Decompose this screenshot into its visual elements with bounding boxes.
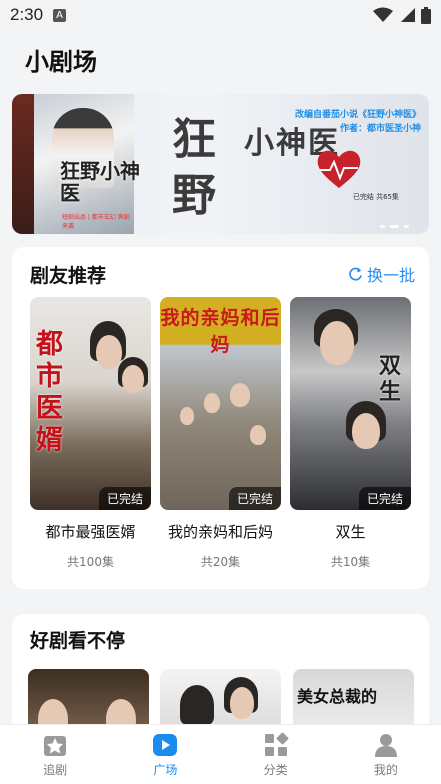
cover-figure bbox=[230, 383, 250, 407]
drama-card[interactable]: 双生 已完结 双生 共10集 bbox=[290, 297, 411, 570]
drama-cover-title: 我的亲妈和后妈 bbox=[160, 307, 281, 356]
banner-side-line1: 改编自番茄小说《狂野小神医》 bbox=[294, 110, 421, 120]
wifi-icon bbox=[373, 7, 393, 22]
banner-poster: 狂野小神医 短剧出品 | 都市玄幻 爽剧来袭 bbox=[34, 94, 140, 234]
drama-card[interactable]: 都市医婿 已完结 都市最强医婿 共100集 bbox=[30, 297, 151, 570]
banner-dot bbox=[380, 225, 385, 228]
status-time: 2:30 bbox=[10, 5, 44, 24]
cover-figure bbox=[204, 393, 220, 413]
cover-figure bbox=[180, 407, 194, 425]
nav-label: 广场 bbox=[153, 762, 178, 777]
banner-side-text: 改编自番茄小说《狂野小神医》 作者：都市医圣小神 bbox=[295, 108, 421, 136]
nav-label: 我的 bbox=[373, 762, 398, 777]
drama-name[interactable]: 都市最强医婿 bbox=[30, 521, 151, 542]
drama-episodes: 共10集 bbox=[330, 555, 371, 569]
banner-pagination bbox=[380, 225, 409, 228]
banner-edge-strip bbox=[12, 94, 34, 234]
status-badge: 已完结 bbox=[98, 487, 151, 510]
drama-cover[interactable]: 我的亲妈和后妈 已完结 bbox=[160, 297, 281, 510]
refresh-button[interactable]: 换一批 bbox=[348, 262, 415, 286]
cover-figure bbox=[230, 687, 254, 719]
status-bar: 2:30 A bbox=[0, 0, 441, 30]
cover-figure bbox=[180, 685, 214, 725]
bottom-nav: 追剧 广场 分类 我的 bbox=[0, 724, 441, 784]
banner-episodes: 已完结 共65集 bbox=[352, 193, 399, 201]
play-icon bbox=[153, 733, 178, 756]
status-badge: 已完结 bbox=[228, 487, 281, 510]
drama-name[interactable]: 我的亲妈和后妈 bbox=[160, 521, 281, 542]
nav-item-mine[interactable]: 我的 bbox=[331, 725, 441, 784]
nav-item-square[interactable]: 广场 bbox=[110, 725, 220, 784]
battery-icon bbox=[421, 6, 431, 24]
nav-item-category[interactable]: 分类 bbox=[221, 725, 331, 784]
refresh-label: 换一批 bbox=[366, 266, 415, 285]
banner-title-main: 狂野 bbox=[172, 114, 218, 221]
drama-name[interactable]: 双生 bbox=[290, 521, 411, 542]
category-icon bbox=[264, 732, 289, 756]
star-icon bbox=[44, 735, 67, 756]
cover-figure bbox=[250, 425, 266, 445]
banner-poster-title: 狂野小神医 bbox=[60, 159, 140, 205]
refresh-icon bbox=[349, 267, 362, 281]
cover-figure bbox=[122, 365, 144, 393]
banner-title: 狂野 小神医 bbox=[172, 112, 338, 224]
status-icons bbox=[373, 6, 431, 24]
heart-icon bbox=[317, 150, 361, 188]
drama-cover[interactable]: 都市医婿 已完结 bbox=[30, 297, 151, 510]
recommend-section: 剧友推荐 换一批 都市医婿 已完结 都市最强医婿 共100集 我的亲妈和后妈 已… bbox=[12, 247, 429, 589]
nav-item-follow[interactable]: 追剧 bbox=[0, 725, 110, 784]
drama-episodes: 共20集 bbox=[200, 555, 241, 569]
page-title: 小剧场 bbox=[25, 48, 97, 76]
signal-icon bbox=[401, 8, 415, 22]
drama-cover[interactable]: 双生 已完结 bbox=[290, 297, 411, 510]
banner-dot bbox=[404, 225, 409, 228]
person-icon bbox=[374, 733, 397, 757]
status-badge: 已完结 bbox=[358, 487, 411, 510]
cover-figure bbox=[320, 321, 354, 365]
recommend-title: 剧友推荐 bbox=[30, 265, 107, 287]
drama-card[interactable]: 我的亲妈和后妈 已完结 我的亲妈和后妈 共20集 bbox=[160, 297, 281, 570]
cover-figure bbox=[96, 335, 122, 369]
banner-poster-sub: 短剧出品 | 都市玄幻 爽剧来袭 bbox=[62, 214, 130, 230]
nav-label: 分类 bbox=[263, 762, 288, 777]
nav-label: 追剧 bbox=[43, 762, 68, 777]
nonstop-title: 好剧看不停 bbox=[30, 630, 126, 652]
a-notification-icon: A bbox=[53, 8, 67, 22]
banner-dot-active bbox=[390, 225, 399, 228]
cover-figure bbox=[352, 413, 380, 449]
drama-thumb-title: 美女总裁的 bbox=[297, 687, 378, 706]
featured-banner[interactable]: 狂野小神医 短剧出品 | 都市玄幻 爽剧来袭 狂野 小神医 改编自番茄小说《狂野… bbox=[12, 94, 429, 234]
drama-cover-title: 都市医婿 bbox=[36, 329, 63, 456]
drama-episodes: 共100集 bbox=[67, 555, 114, 569]
banner-side-line2: 作者：都市医圣小神 bbox=[339, 124, 421, 134]
drama-cover-title: 双生 bbox=[379, 353, 402, 405]
